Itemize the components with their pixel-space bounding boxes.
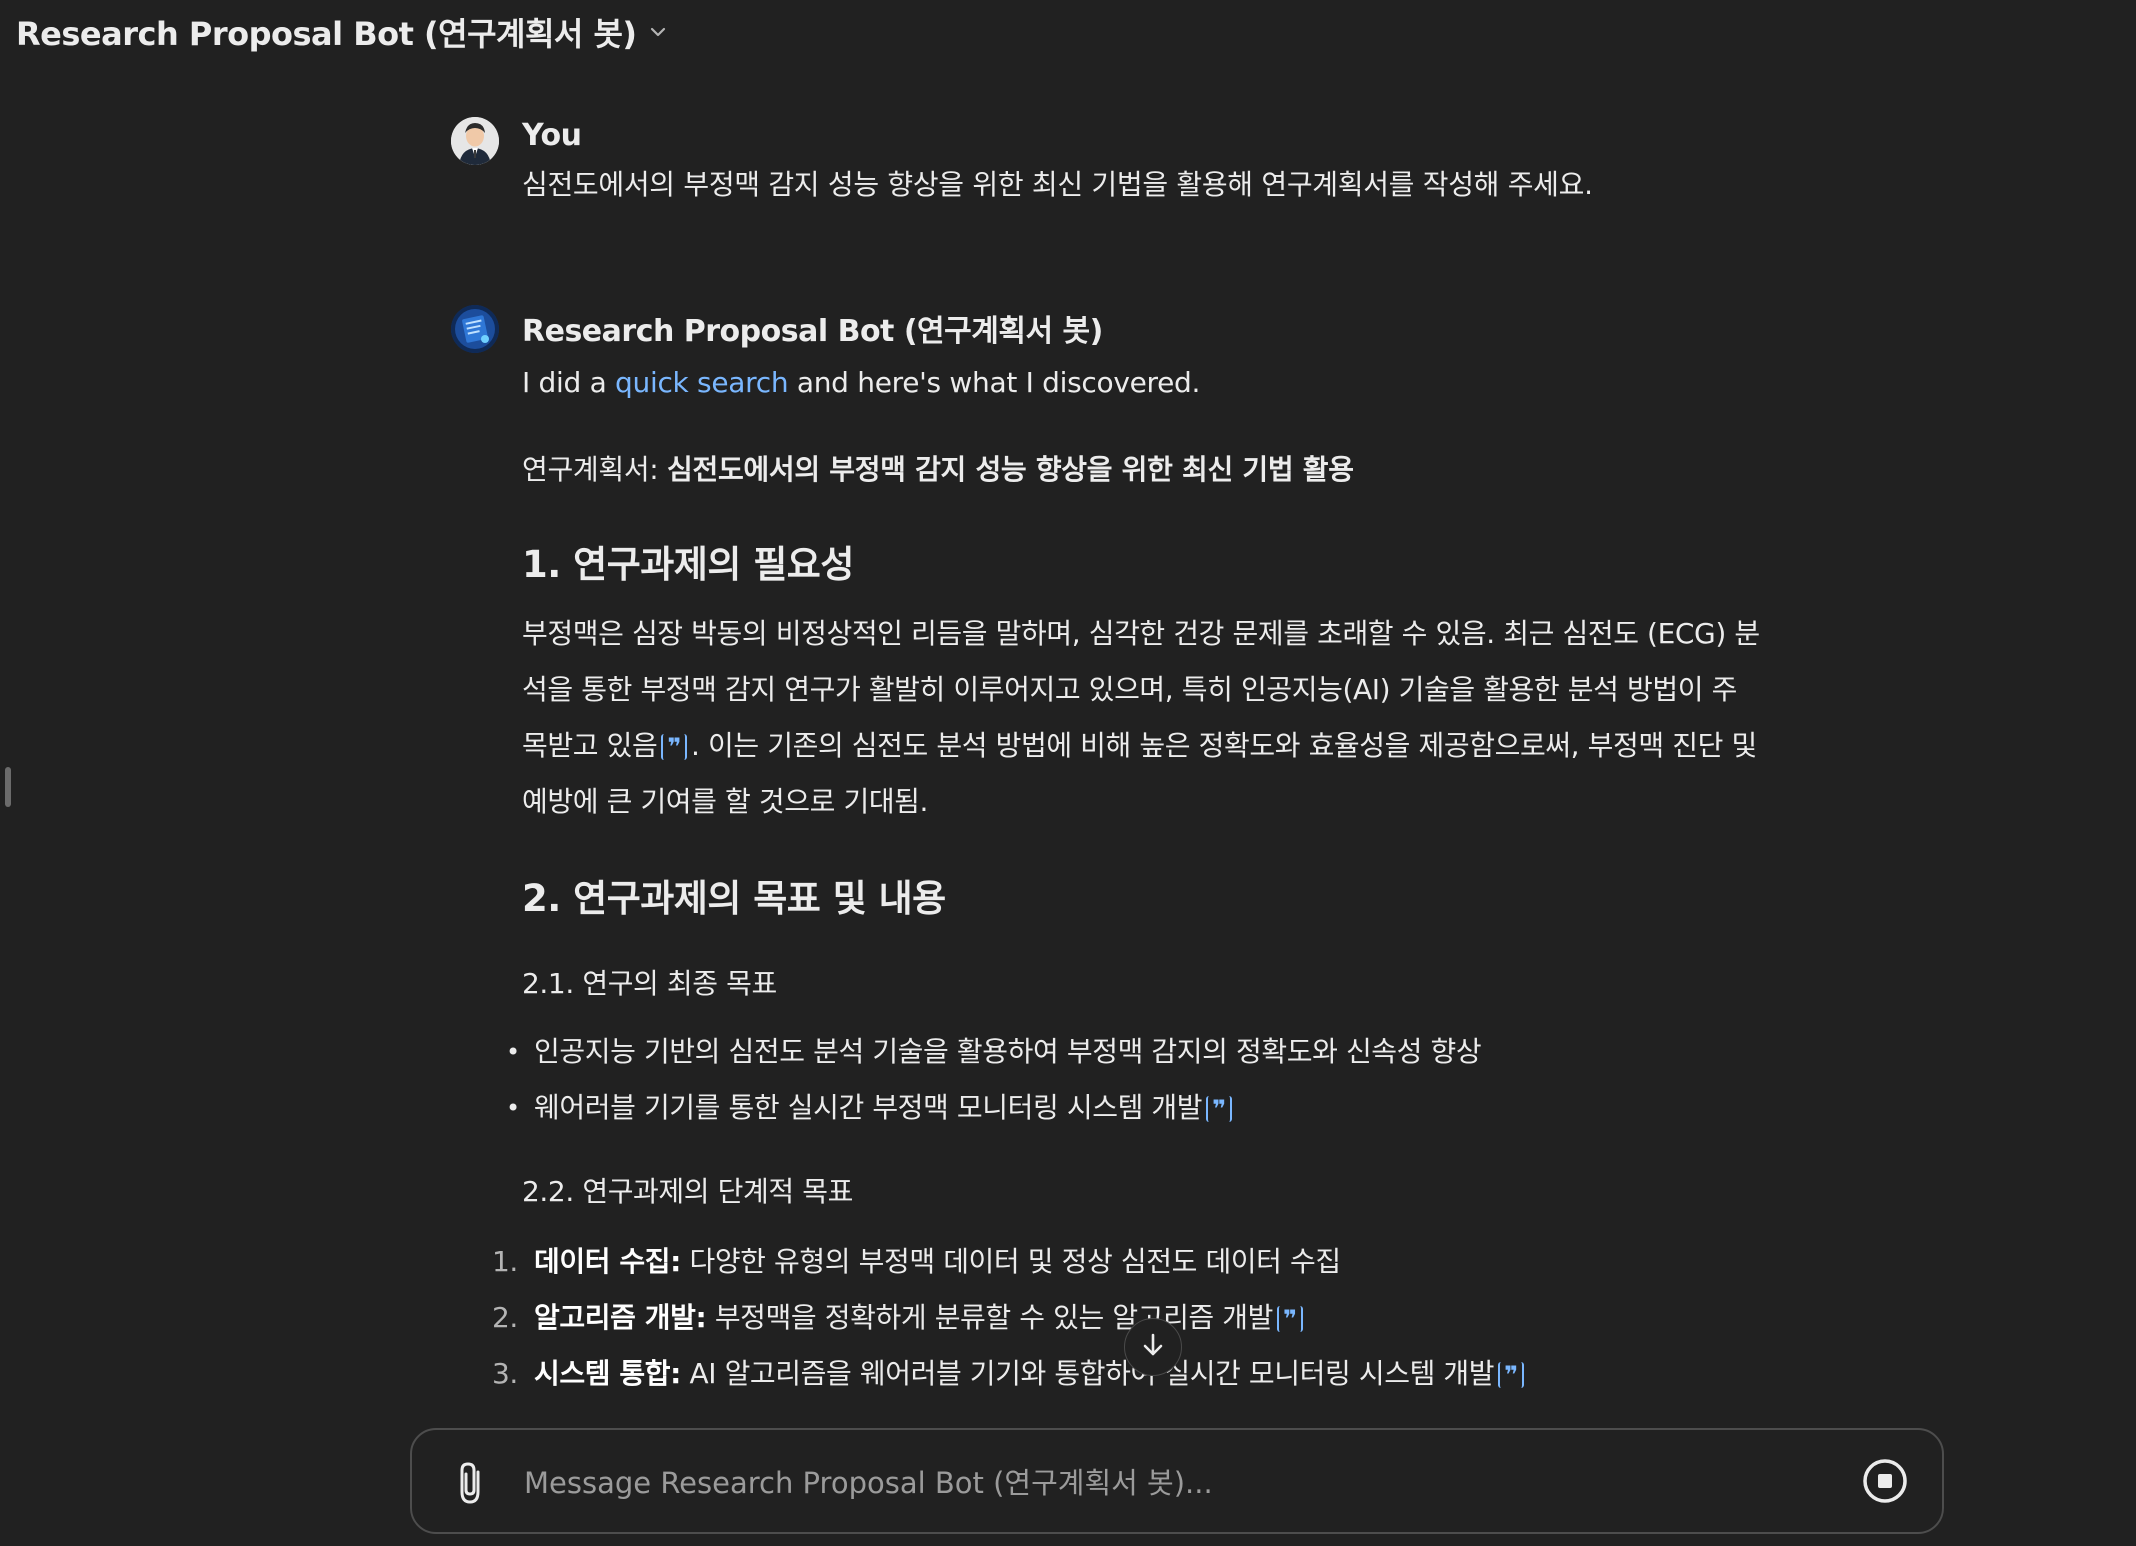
quote-citation-icon[interactable]: ❞ — [1498, 1361, 1524, 1389]
chat-title: Research Proposal Bot (연구계획서 봇) — [16, 15, 637, 53]
arrow-down-icon — [1139, 1331, 1167, 1363]
sidebar-resize-handle[interactable] — [5, 767, 11, 807]
list-item: 1. 데이터 수집: 다양한 유형의 부정맥 데이터 및 정상 심전도 데이터 수… — [492, 1234, 1762, 1290]
user-avatar — [451, 117, 499, 165]
bot-sender-name: Research Proposal Bot (연구계획서 봇) — [522, 314, 1103, 349]
quote-citation-icon[interactable]: ❞ — [1277, 1305, 1303, 1333]
paperclip-icon[interactable] — [450, 1460, 490, 1506]
quote-citation-icon[interactable]: ❞ — [1206, 1095, 1232, 1123]
gpt-selector[interactable]: Research Proposal Bot (연구계획서 봇) — [16, 6, 669, 58]
chevron-down-icon — [647, 21, 669, 43]
step-number: 2. — [492, 1301, 518, 1334]
message-input[interactable] — [522, 1454, 1826, 1512]
section1-paragraph: 부정맥은 심장 박동의 비정상적인 리듬을 말하며, 심각한 건강 문제를 초래… — [522, 606, 1762, 830]
step-text: AI 알고리즘을 웨어러블 기기와 통합하여 실시간 모니터링 시스템 개발 — [680, 1357, 1495, 1390]
intro-text-end: and here's what I discovered. — [788, 366, 1201, 399]
quick-search-link[interactable]: quick search — [615, 366, 789, 399]
bot-message-content: 연구계획서: 심전도에서의 부정맥 감지 성능 향상을 위한 최신 기법 활용 … — [492, 448, 1762, 1402]
proposal-title-line: 연구계획서: 심전도에서의 부정맥 감지 성능 향상을 위한 최신 기법 활용 — [522, 448, 1762, 488]
subsection-2-2: 2.2. 연구과제의 단계적 목표 — [522, 1175, 853, 1208]
quote-citation-icon[interactable]: ❞ — [661, 733, 687, 761]
bot-intro: I did a quick search and here's what I d… — [522, 366, 1200, 399]
user-sender-name: You — [522, 118, 582, 153]
user-message-text: 심전도에서의 부정맥 감지 성능 향상을 위한 최신 기법을 활용해 연구계획서… — [522, 168, 1593, 201]
proposal-title: 심전도에서의 부정맥 감지 성능 향상을 위한 최신 기법 활용 — [667, 453, 1354, 486]
step-number: 1. — [492, 1245, 518, 1278]
stop-icon[interactable] — [1860, 1456, 1910, 1506]
step-number: 3. — [492, 1357, 518, 1390]
goal-text: 인공지능 기반의 심전도 분석 기술을 활용하여 부정맥 감지의 정확도와 신속… — [534, 1035, 1482, 1068]
step-list: 1. 데이터 수집: 다양한 유형의 부정맥 데이터 및 정상 심전도 데이터 수… — [492, 1234, 1762, 1402]
section1-heading: 1. 연구과제의 필요성 — [522, 543, 854, 586]
goal-text: 웨어러블 기기를 통한 실시간 부정맥 모니터링 시스템 개발 — [534, 1091, 1203, 1124]
step-text: 다양한 유형의 부정맥 데이터 및 정상 심전도 데이터 수집 — [680, 1245, 1341, 1278]
goal-list: 인공지능 기반의 심전도 분석 기술을 활용하여 부정맥 감지의 정확도와 신속… — [506, 1024, 1762, 1136]
user-message: You 심전도에서의 부정맥 감지 성능 향상을 위한 최신 기법을 활용해 연… — [522, 118, 1593, 203]
proposal-prefix: 연구계획서: — [522, 453, 668, 486]
message-composer — [410, 1428, 1944, 1534]
step-label: 데이터 수집: — [534, 1245, 681, 1278]
scroll-to-bottom-button[interactable] — [1124, 1318, 1182, 1376]
section1-text-b: . 이는 기존의 심전도 분석 방법에 비해 높은 정확도와 효율성을 제공함으… — [522, 729, 1757, 818]
subsection-2-1: 2.1. 연구의 최종 목표 — [522, 967, 777, 1000]
list-item: 웨어러블 기기를 통한 실시간 부정맥 모니터링 시스템 개발❞ — [506, 1080, 1762, 1136]
step-text: 부정맥을 정확하게 분류할 수 있는 알고리즘 개발 — [706, 1301, 1274, 1334]
bot-avatar — [451, 305, 499, 353]
bot-message-header: Research Proposal Bot (연구계획서 봇) I did a … — [522, 306, 1200, 399]
step-label: 시스템 통합: — [534, 1357, 681, 1390]
step-label: 알고리즘 개발: — [534, 1301, 707, 1334]
section2-heading: 2. 연구과제의 목표 및 내용 — [522, 877, 946, 920]
intro-text: I did a — [522, 366, 616, 399]
list-item: 인공지능 기반의 심전도 분석 기술을 활용하여 부정맥 감지의 정확도와 신속… — [506, 1024, 1762, 1080]
